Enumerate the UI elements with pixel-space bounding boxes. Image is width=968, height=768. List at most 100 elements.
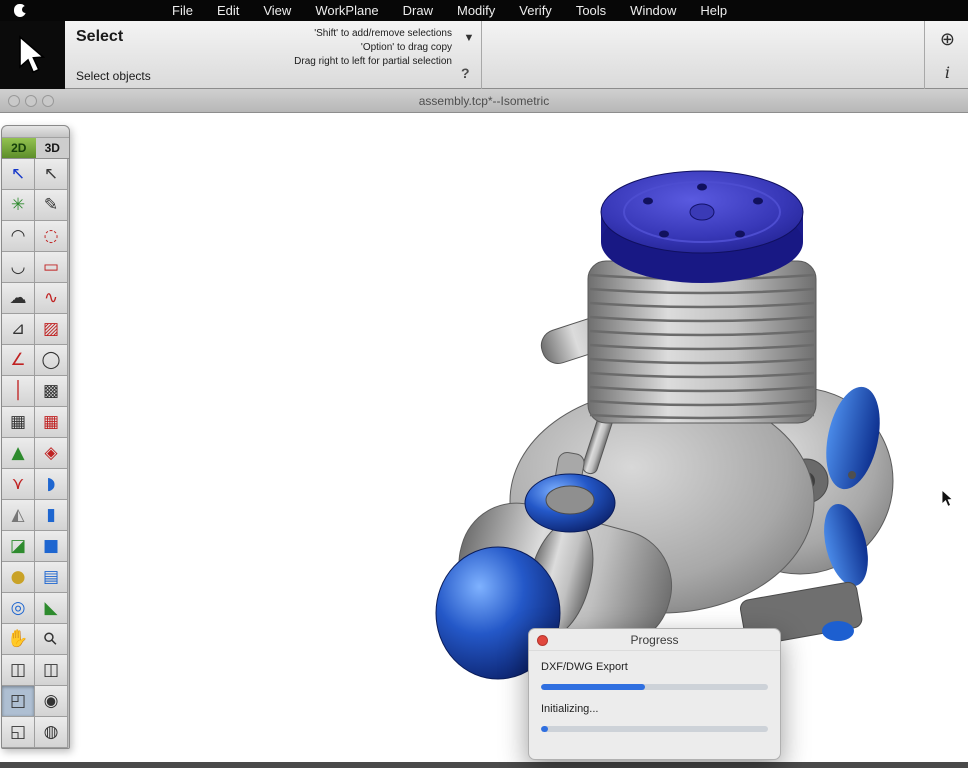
menu-item-draw[interactable]: Draw [391, 3, 445, 18]
tool-view-cube-hidden[interactable]: ◰ [2, 686, 35, 717]
select-arrow-icon: ↖ [11, 166, 25, 183]
palette-tab-2d[interactable]: 2D [2, 138, 36, 158]
tool-cone-3d[interactable]: ▲ [2, 438, 35, 469]
tool-y-branch[interactable]: ⋎ [2, 469, 35, 500]
menu-item-modify[interactable]: Modify [445, 3, 507, 18]
window-controls [8, 95, 54, 107]
menu-item-file[interactable]: File [160, 3, 205, 18]
tool-zoom-tool[interactable]: ⚲ [35, 624, 68, 655]
tool-dotted-polygon[interactable]: ◌ [35, 221, 68, 252]
mouse-cursor [941, 489, 957, 509]
tool-sphere-3d[interactable]: ● [2, 562, 35, 593]
menu-item-help[interactable]: Help [688, 3, 739, 18]
tool-pan-hand[interactable]: ✋ [2, 624, 35, 655]
tool-cylinder-3d[interactable]: ▮ [35, 500, 68, 531]
tool-palette: 2D3D ↖ ↖ ✳ ✎◠ ◌ ◡ ▭ ☁∿⊿ ▨ ∠ ◯ │▩ ▦ ▦ ▲ ◈ ⋎◗ ◭ ▮ ◪ ■ ● ▤ ◎ ◣✋ ⚲ ◫ ◫ ◰… [1, 125, 70, 749]
box-3d-icon: ■ [43, 538, 59, 555]
angle-dimension-icon: ∠ [10, 352, 25, 369]
tool-title: Select [76, 28, 123, 46]
tool-fill-hatch[interactable]: ▩ [35, 376, 68, 407]
tool-box-3d[interactable]: ■ [35, 531, 68, 562]
dialog-title: Progress [630, 633, 678, 647]
menu-item-tools[interactable]: Tools [564, 3, 618, 18]
menu-item-verify[interactable]: Verify [507, 3, 564, 18]
tool-select-arrow[interactable]: ↖ [2, 159, 35, 190]
tool-view-cube-sphere[interactable]: ◍ [35, 717, 68, 748]
tool-torus-3d[interactable]: ◎ [2, 593, 35, 624]
select-cursor-icon [16, 35, 50, 75]
tool-pattern-grid[interactable]: ▦ [35, 407, 68, 438]
drawing-canvas[interactable] [0, 113, 968, 762]
minimize-button[interactable] [25, 95, 37, 107]
menu-item-edit[interactable]: Edit [205, 3, 251, 18]
sphere-3d-icon: ● [11, 569, 26, 586]
tool-hatch-rect[interactable]: ▨ [35, 314, 68, 345]
progress-dialog-titlebar[interactable]: Progress [529, 629, 780, 651]
tool-pipe-elbow[interactable]: ◗ [35, 469, 68, 500]
tool-arc-tool[interactable]: ◠ [2, 221, 35, 252]
tool-view-cube-wire[interactable]: ◫ [2, 655, 35, 686]
progress-task-label: DXF/DWG Export [541, 661, 768, 673]
tool-spline-tool[interactable]: ∿ [35, 283, 68, 314]
window-title: assembly.tcp*--Isometric [419, 94, 549, 108]
tool-wedge-3d[interactable]: ◣ [35, 593, 68, 624]
add-button[interactable]: ⊕ [940, 29, 955, 50]
menu-item-workplane[interactable]: WorkPlane [303, 3, 390, 18]
menu-item-view[interactable]: View [251, 3, 303, 18]
menu-item-window[interactable]: Window [618, 3, 688, 18]
dotted-polygon-icon: ◌ [44, 228, 59, 245]
view-cube-wire-icon: ◫ [10, 662, 26, 679]
tool-options-dropdown[interactable]: ▼ [459, 29, 479, 46]
engine-model [0, 113, 968, 762]
palette-tab-3d[interactable]: 3D [36, 138, 70, 158]
tool-curve-tool[interactable]: ◡ [2, 252, 35, 283]
surface-patch-icon: ◪ [10, 538, 26, 555]
palette-tabs: 2D3D [2, 138, 69, 159]
tool-stairs-3d[interactable]: ▤ [35, 562, 68, 593]
tool-view-cube-front[interactable]: ◱ [2, 717, 35, 748]
tool-freehand-sketch[interactable]: ✳ [2, 190, 35, 221]
progress-bar-secondary-fill [541, 726, 548, 732]
tool-help-button[interactable]: ? [461, 65, 470, 81]
toolbar-divider [924, 21, 925, 89]
zoom-button[interactable] [42, 95, 54, 107]
tool-rectangle-tool[interactable]: ▭ [35, 252, 68, 283]
pattern-grid-icon: ▦ [43, 414, 59, 431]
rectangle-tool-icon: ▭ [43, 259, 59, 276]
info-button[interactable]: i [945, 63, 950, 82]
tool-angle-dimension[interactable]: ∠ [2, 345, 35, 376]
zoom-tool-icon: ⚲ [41, 629, 62, 650]
menu-items: FileEditViewWorkPlaneDrawModifyVerifyToo… [160, 3, 739, 18]
tool-line-tool[interactable]: │ [2, 376, 35, 407]
tool-view-cube-iso[interactable]: ◫ [35, 655, 68, 686]
iso-cube-icon: ◈ [44, 445, 57, 462]
freehand-sketch-icon: ✳ [11, 197, 25, 214]
tool-array-grid[interactable]: ▦ [2, 407, 35, 438]
tool-iso-cube[interactable]: ◈ [35, 438, 68, 469]
active-tool-badge [0, 21, 65, 89]
progress-status-label: Initializing... [541, 703, 768, 715]
hatch-rect-icon: ▨ [43, 321, 59, 338]
apple-menu-icon[interactable] [14, 4, 26, 17]
tool-triangle-tool[interactable]: ⊿ [2, 314, 35, 345]
tool-prism-group[interactable]: ◭ [2, 500, 35, 531]
progress-bar-primary-fill [541, 684, 645, 690]
toolbar-divider [481, 21, 482, 89]
tool-node-select[interactable]: ↖ [35, 159, 68, 190]
tool-circle-tool[interactable]: ◯ [35, 345, 68, 376]
prism-group-icon: ◭ [11, 507, 24, 524]
circle-tool-icon: ◯ [41, 352, 60, 369]
view-cube-iso-icon: ◫ [43, 662, 59, 679]
palette-grip[interactable] [2, 126, 69, 138]
tool-pen-tool[interactable]: ✎ [35, 190, 68, 221]
close-button[interactable] [8, 95, 20, 107]
view-cube-front-icon: ◱ [10, 724, 26, 741]
tool-view-cube-shaded[interactable]: ◉ [35, 686, 68, 717]
torus-3d-icon: ◎ [11, 600, 26, 617]
tool-hint: 'Option' to drag copy [162, 41, 452, 55]
array-grid-icon: ▦ [10, 414, 26, 431]
curve-tool-icon: ◡ [11, 259, 26, 276]
tool-surface-patch[interactable]: ◪ [2, 531, 35, 562]
dialog-close-button[interactable] [537, 635, 548, 646]
tool-cloud-tool[interactable]: ☁ [2, 283, 35, 314]
